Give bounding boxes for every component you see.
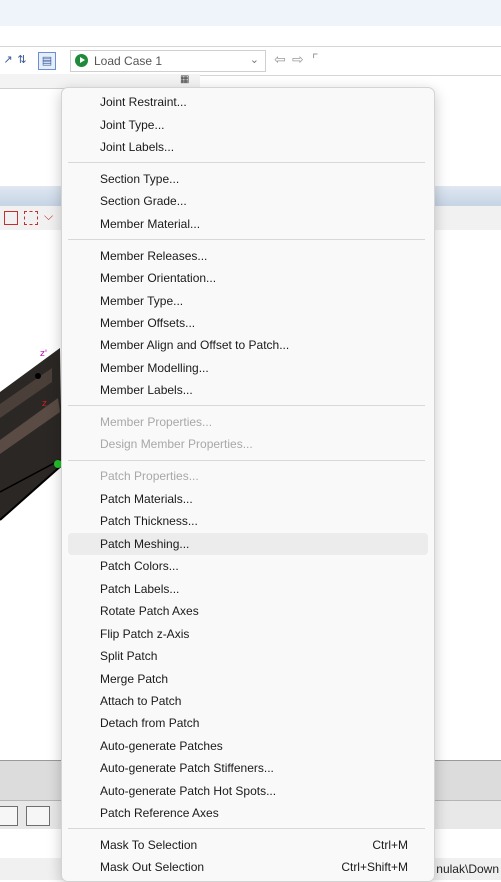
- menu-item-member-align-offset[interactable]: Member Align and Offset to Patch...: [68, 334, 428, 356]
- status-path: nulak\Down: [436, 862, 499, 876]
- menu-item-auto-generate-patches[interactable]: Auto-generate Patches: [68, 735, 428, 757]
- menu-item-member-material[interactable]: Member Material...: [68, 213, 428, 235]
- menu-item-section-type[interactable]: Section Type...: [68, 168, 428, 190]
- svg-text:z': z': [40, 349, 47, 359]
- menu-item-patch-labels[interactable]: Patch Labels...: [68, 578, 428, 600]
- menu-item-attach-to-patch[interactable]: Attach to Patch: [68, 690, 428, 712]
- select-window-icon[interactable]: [24, 211, 38, 225]
- menu-item-member-offsets[interactable]: Member Offsets...: [68, 312, 428, 334]
- select-box-icon[interactable]: [4, 211, 18, 225]
- chevron-down-icon: ⌄: [249, 54, 259, 66]
- panel-button-2[interactable]: [26, 806, 50, 826]
- menu-item-auto-generate-stiffeners[interactable]: Auto-generate Patch Stiffeners...: [68, 757, 428, 779]
- load-case-label: Load Case 1: [94, 54, 163, 68]
- menu-item-patch-properties: Patch Properties...: [100, 469, 199, 483]
- menu-separator: [68, 460, 425, 461]
- menu-item-member-modelling[interactable]: Member Modelling...: [68, 357, 428, 379]
- shortcut-label: Ctrl+Shift+M: [341, 860, 408, 874]
- select-poly-icon[interactable]: ⌵: [44, 209, 53, 224]
- panel-button-1[interactable]: [0, 806, 18, 826]
- menu-item-design-member-properties: Design Member Properties...: [100, 437, 253, 451]
- menu-item-member-orientation[interactable]: Member Orientation...: [68, 267, 428, 289]
- top-strip: [0, 0, 501, 26]
- menu-item-detach-from-patch[interactable]: Detach from Patch: [68, 712, 428, 734]
- menu-item-joint-labels[interactable]: Joint Labels...: [68, 136, 428, 158]
- menu-item-merge-patch[interactable]: Merge Patch: [68, 668, 428, 690]
- menu-item-patch-thickness[interactable]: Patch Thickness...: [68, 510, 428, 532]
- menu-item-flip-patch-z-axis[interactable]: Flip Patch z-Axis: [68, 623, 428, 645]
- main-toolbar: ↗ ⇅ ▤ Load Case 1 ⌄ ⇦ ⇨ ⌜: [0, 46, 501, 76]
- table-view-icon[interactable]: ▤: [38, 52, 56, 70]
- menu-item-joint-restraint[interactable]: Joint Restraint...: [68, 91, 428, 113]
- menu-item-split-patch[interactable]: Split Patch: [68, 645, 428, 667]
- menu-item-member-type[interactable]: Member Type...: [68, 290, 428, 312]
- menu-item-patch-meshing[interactable]: Patch Meshing...: [68, 533, 428, 555]
- menu-item-patch-colors[interactable]: Patch Colors...: [68, 555, 428, 577]
- arrow-right-icon[interactable]: ⇨: [292, 51, 304, 68]
- shortcut-label: Ctrl+M: [372, 838, 408, 852]
- load-case-dropdown[interactable]: Load Case 1 ⌄: [70, 50, 266, 72]
- menu-separator: [68, 405, 425, 406]
- menu-item-mask-to-selection[interactable]: Mask To Selection Ctrl+M: [68, 834, 428, 856]
- menu-item-joint-type[interactable]: Joint Type...: [68, 114, 428, 136]
- menu-item-section-grade[interactable]: Section Grade...: [68, 190, 428, 212]
- menu-item-patch-materials[interactable]: Patch Materials...: [68, 488, 428, 510]
- menu-separator: [68, 162, 425, 163]
- view-frame-icon[interactable]: ⌜: [312, 51, 319, 68]
- axis-labels-icon[interactable]: ⇅: [14, 52, 30, 68]
- svg-text:z: z: [42, 399, 47, 409]
- menu-item-mask-out-selection[interactable]: Mask Out Selection Ctrl+Shift+M: [68, 856, 428, 878]
- run-icon[interactable]: [75, 54, 88, 67]
- menu-separator: [68, 239, 425, 240]
- menu-item-auto-generate-hot-spots[interactable]: Auto-generate Patch Hot Spots...: [68, 780, 428, 802]
- grid-icon[interactable]: ▦: [180, 74, 189, 85]
- arrow-left-icon[interactable]: ⇦: [274, 51, 286, 68]
- menu-item-member-releases[interactable]: Member Releases...: [68, 245, 428, 267]
- menu-item-member-properties: Member Properties...: [100, 415, 213, 429]
- context-menu: Joint Restraint... Joint Type... Joint L…: [61, 87, 435, 882]
- menu-separator: [68, 828, 425, 829]
- menu-item-member-labels[interactable]: Member Labels...: [68, 379, 428, 401]
- menu-item-patch-reference-axes[interactable]: Patch Reference Axes: [68, 802, 428, 824]
- menu-item-rotate-patch-axes[interactable]: Rotate Patch Axes: [68, 600, 428, 622]
